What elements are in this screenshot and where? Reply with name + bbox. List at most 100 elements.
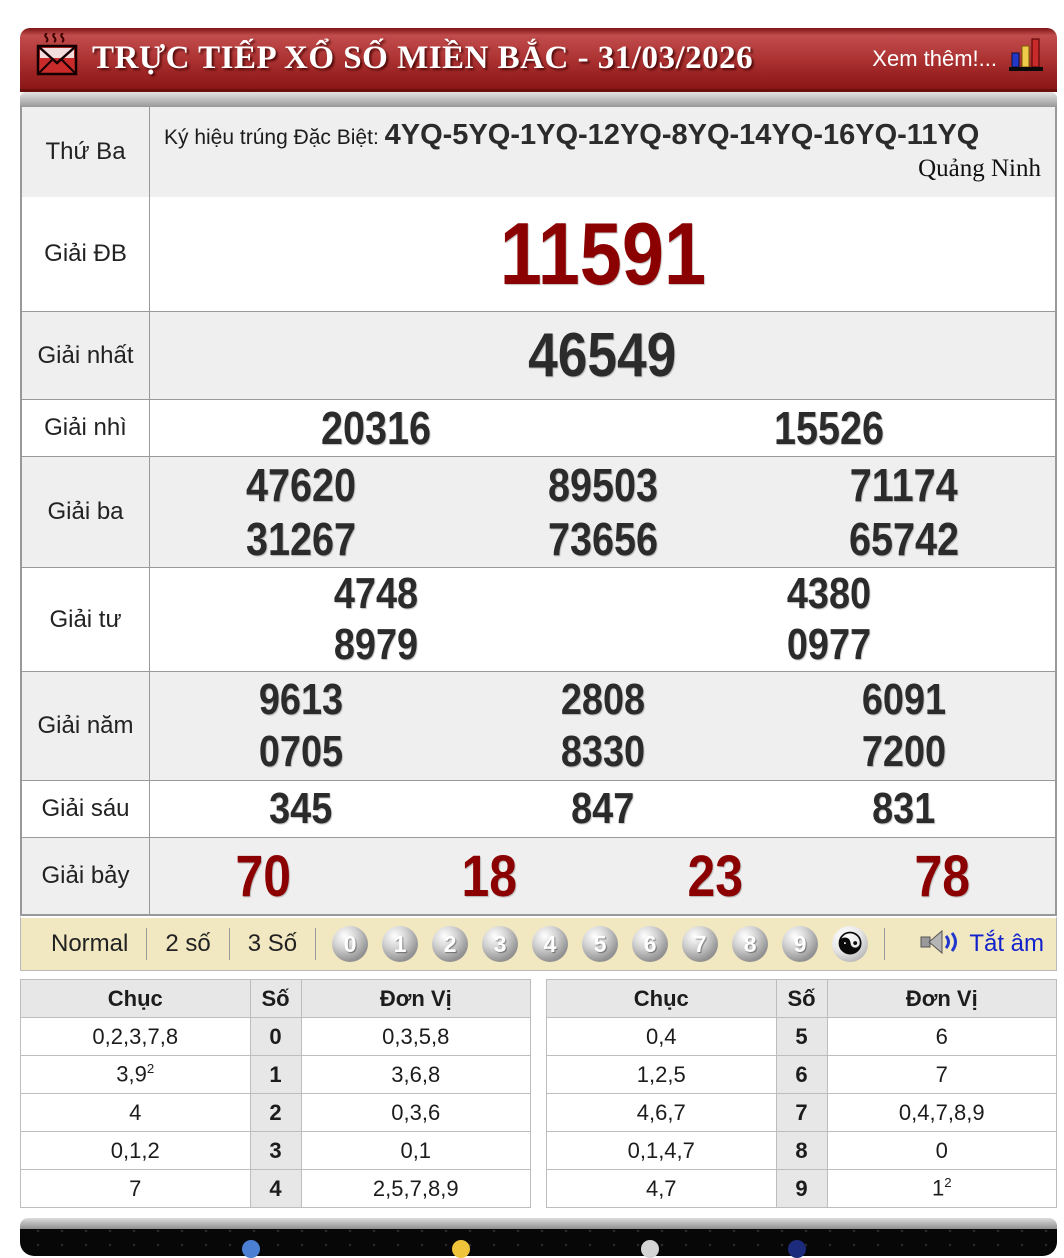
- prize-number: 70: [150, 843, 376, 910]
- units-cell: 2,5,7,8,9: [301, 1170, 531, 1208]
- digit-ball-2[interactable]: 2: [432, 926, 468, 962]
- mode-button-3-số[interactable]: 3 Số: [230, 930, 315, 958]
- prize-label: Giải nhì: [22, 400, 150, 456]
- prize-number: 71174: [753, 458, 1055, 512]
- table-row: 0,456: [547, 1018, 1057, 1056]
- digit-cell: 9: [776, 1170, 827, 1208]
- digit-ball-3[interactable]: 3: [482, 926, 518, 962]
- digit-ball-0[interactable]: 0: [332, 926, 368, 962]
- column-header: Đơn Vị: [301, 980, 531, 1018]
- prize-row: Giải sáu345847831: [22, 780, 1055, 837]
- toolbar-separator: [884, 928, 885, 960]
- see-more-link[interactable]: Xem thêm!...: [872, 46, 997, 72]
- page-title: TRỰC TIẾP XỔ SỐ MIỀN BẮC - 31/03/2026: [92, 40, 753, 77]
- units-cell: 6: [827, 1018, 1057, 1056]
- prize-number: 7200: [753, 727, 1055, 777]
- header-bar: TRỰC TIẾP XỔ SỐ MIỀN BẮC - 31/03/2026 Xe…: [20, 28, 1057, 92]
- units-cell: 0,3,5,8: [301, 1018, 531, 1056]
- prize-number: 847: [452, 784, 754, 834]
- weekday-label: Thứ Ba: [22, 107, 150, 197]
- cut-icon-blue[interactable]: [242, 1240, 260, 1258]
- lottery-widget: TRỰC TIẾP XỔ SỐ MIỀN BẮC - 31/03/2026 Xe…: [20, 28, 1057, 1256]
- toolbar: Normal2 số3 Số 0123456789 ☯ Tắt âm: [20, 916, 1057, 971]
- digit-cell: 0: [250, 1018, 301, 1056]
- tens-cell: 0,1,4,7: [547, 1132, 777, 1170]
- digit-summary-section: ChụcSốĐơn Vị0,2,3,7,800,3,5,83,9213,6,84…: [20, 971, 1057, 1218]
- tens-cell: 4,7: [547, 1170, 777, 1208]
- table-row: 4,7912: [547, 1170, 1057, 1208]
- mute-label: Tắt âm: [969, 930, 1044, 958]
- prize-label: Giải sáu: [22, 781, 150, 837]
- draw-info-row: Thứ Ba Ký hiệu trúng Đặc Biệt: 4YQ-5YQ-1…: [22, 107, 1055, 197]
- prize-row: Giải nhì2031615526: [22, 399, 1055, 456]
- mode-switcher: Normal2 số3 Số: [33, 928, 315, 960]
- prize-number: 9613: [150, 675, 452, 725]
- speaker-icon: [919, 927, 961, 962]
- prize-number: 47620: [150, 458, 452, 512]
- special-sign-label: Ký hiệu trúng Đặc Biệt:: [164, 126, 385, 149]
- prize-row: Giải năm961328086091070583307200: [22, 671, 1055, 780]
- bar-chart-icon[interactable]: [1009, 37, 1043, 80]
- prize-number: 11591: [150, 203, 1055, 305]
- digit-ball-8[interactable]: 8: [732, 926, 768, 962]
- header-divider-band: [20, 92, 1057, 106]
- province-name: Quảng Ninh: [918, 147, 1041, 191]
- mode-button-normal[interactable]: Normal: [33, 930, 146, 958]
- prize-number: 4380: [603, 569, 1056, 619]
- digit-ball-1[interactable]: 1: [382, 926, 418, 962]
- envelope-icon: [34, 33, 80, 84]
- prize-number: 78: [829, 843, 1055, 910]
- prize-row: Giải ĐB11591: [22, 197, 1055, 311]
- prize-label: Giải bảy: [22, 838, 150, 914]
- units-cell: 3,6,8: [301, 1056, 531, 1094]
- prize-row: Giải tư4748438089790977: [22, 567, 1055, 671]
- units-cell: 0,1: [301, 1132, 531, 1170]
- prize-number: 6091: [753, 675, 1055, 725]
- yin-yang-ball[interactable]: ☯: [832, 926, 868, 962]
- digit-ball-6[interactable]: 6: [632, 926, 668, 962]
- digit-balls: 0123456789 ☯: [332, 926, 868, 962]
- prize-number: 73656: [452, 512, 754, 566]
- digit-ball-7[interactable]: 7: [682, 926, 718, 962]
- prize-numbers: 345847831: [150, 781, 1055, 837]
- prize-number: 0977: [603, 620, 1056, 670]
- prize-number: 20316: [150, 401, 603, 455]
- mode-button-2-số[interactable]: 2 số: [147, 930, 228, 958]
- prize-number: 831: [753, 784, 1055, 834]
- table-row: 3,9213,6,8: [21, 1056, 531, 1094]
- digit-cell: 6: [776, 1056, 827, 1094]
- column-header: Chục: [21, 980, 251, 1018]
- digit-ball-4[interactable]: 4: [532, 926, 568, 962]
- footer-bar: [20, 1229, 1057, 1256]
- prize-number: 0705: [150, 727, 452, 777]
- cut-icon-navy[interactable]: [788, 1240, 806, 1258]
- prize-label: Giải ba: [22, 457, 150, 567]
- mute-button[interactable]: Tắt âm: [919, 927, 1044, 962]
- toolbar-separator: [315, 928, 316, 960]
- cut-icon-gray[interactable]: [641, 1240, 659, 1258]
- cut-icon-yellow[interactable]: [452, 1240, 470, 1258]
- tens-cell: 4: [21, 1094, 251, 1132]
- table-row: 742,5,7,8,9: [21, 1170, 531, 1208]
- prize-numbers: 4748438089790977: [150, 568, 1055, 671]
- column-header: Chục: [547, 980, 777, 1018]
- tens-cell: 7: [21, 1170, 251, 1208]
- digit-ball-9[interactable]: 9: [782, 926, 818, 962]
- prize-numbers: 961328086091070583307200: [150, 672, 1055, 780]
- prize-number: 18: [376, 843, 602, 910]
- table-row: 0,2,3,7,800,3,5,8: [21, 1018, 531, 1056]
- digit-table-left: ChụcSốĐơn Vị0,2,3,7,800,3,5,83,9213,6,84…: [20, 979, 531, 1208]
- prize-number: 345: [150, 784, 452, 834]
- units-cell: 12: [827, 1170, 1057, 1208]
- digit-cell: 1: [250, 1056, 301, 1094]
- prize-numbers: 2031615526: [150, 400, 1055, 456]
- prize-label: Giải năm: [22, 672, 150, 780]
- digit-ball-5[interactable]: 5: [582, 926, 618, 962]
- units-cell: 0,4,7,8,9: [827, 1094, 1057, 1132]
- table-row: 0,1,4,780: [547, 1132, 1057, 1170]
- prize-number: 4748: [150, 569, 603, 619]
- prize-number: 46549: [150, 320, 1055, 391]
- prize-row: Giải bảy70182378: [22, 837, 1055, 914]
- prize-label: Giải ĐB: [22, 197, 150, 311]
- units-cell: 7: [827, 1056, 1057, 1094]
